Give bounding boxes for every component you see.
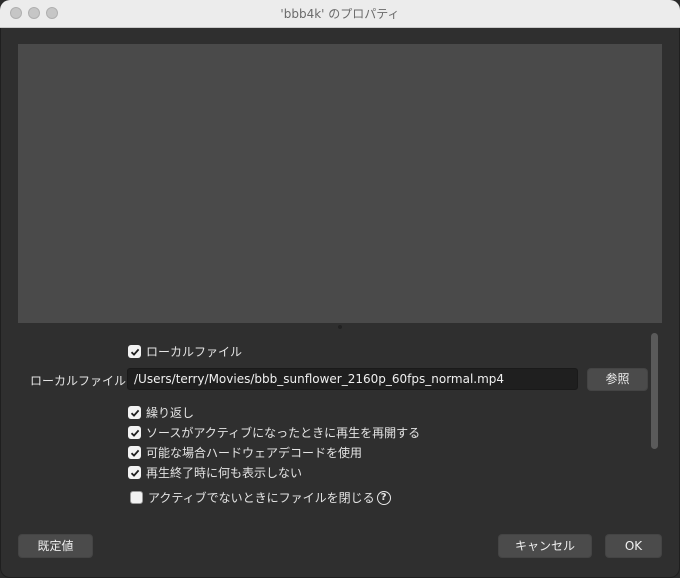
properties-window: 'bbb4k' のプロパティ ローカルファイル ローカルファイル /Users/… bbox=[0, 0, 680, 578]
option-row[interactable]: 可能な場合ハードウェアデコードを使用 bbox=[128, 444, 362, 461]
local-file-checkbox-row[interactable]: ローカルファイル bbox=[128, 343, 242, 360]
cancel-button[interactable]: キャンセル bbox=[498, 534, 592, 558]
title-bar: 'bbb4k' のプロパティ bbox=[0, 0, 680, 28]
close-when-inactive-checkbox[interactable] bbox=[130, 491, 143, 504]
defaults-button[interactable]: 既定値 bbox=[18, 534, 93, 558]
hardware-decode-label: 可能な場合ハードウェアデコードを使用 bbox=[146, 446, 363, 460]
local-file-path-input[interactable]: /Users/terry/Movies/bbb_sunflower_2160p_… bbox=[127, 368, 578, 390]
splitter-handle[interactable] bbox=[338, 325, 342, 329]
restart-on-activate-label: ソースがアクティブになったときに再生を再開する bbox=[146, 426, 421, 440]
checkmark-icon bbox=[130, 348, 139, 356]
option-row[interactable]: 再生終了時に何も表示しない bbox=[128, 464, 302, 481]
properties-scrollbar[interactable] bbox=[651, 333, 658, 449]
ok-button[interactable]: OK bbox=[605, 534, 662, 558]
checkmark-icon bbox=[130, 409, 139, 417]
loop-checkbox[interactable] bbox=[128, 406, 141, 419]
show-nothing-on-end-label: 再生終了時に何も表示しない bbox=[146, 466, 303, 480]
source-preview bbox=[18, 44, 662, 323]
local-file-checkbox-label: ローカルファイル bbox=[146, 345, 243, 359]
local-file-label: ローカルファイル bbox=[30, 374, 127, 388]
close-when-inactive-label: アクティブでないときにファイルを閉じる bbox=[148, 491, 375, 505]
show-nothing-on-end-checkbox[interactable] bbox=[128, 466, 141, 479]
option-row[interactable]: 繰り返し bbox=[128, 404, 194, 421]
checkmark-icon bbox=[130, 429, 139, 437]
loop-label: 繰り返し bbox=[146, 406, 195, 420]
browse-button[interactable]: 参照 bbox=[587, 368, 648, 391]
checkmark-icon bbox=[130, 469, 139, 477]
hardware-decode-checkbox[interactable] bbox=[128, 446, 141, 459]
option-row[interactable]: アクティブでないときにファイルを閉じる ? bbox=[130, 489, 391, 506]
window-title: 'bbb4k' のプロパティ bbox=[280, 7, 400, 21]
option-row[interactable]: ソースがアクティブになったときに再生を再開する bbox=[128, 424, 420, 441]
restart-on-activate-checkbox[interactable] bbox=[128, 426, 141, 439]
help-icon[interactable]: ? bbox=[376, 490, 391, 505]
local-file-checkbox[interactable] bbox=[128, 345, 141, 358]
checkmark-icon bbox=[130, 449, 139, 457]
